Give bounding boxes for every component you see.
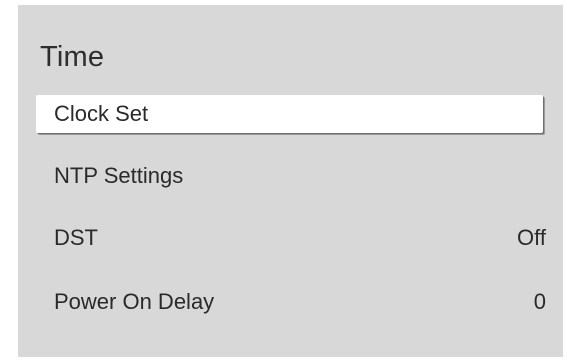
dst-value: Off [517, 225, 546, 250]
menu-item-label: NTP Settings [54, 163, 184, 188]
menu-item-label: Power On Delay [54, 289, 215, 314]
menu-item-label: DST [54, 225, 98, 250]
menu-item-dst[interactable]: DST Off [36, 219, 546, 257]
time-menu-panel: Time Clock Set NTP Settings DST Off Powe… [18, 5, 563, 357]
menu-item-label: Clock Set [54, 101, 149, 126]
menu-item-clock-set[interactable]: Clock Set [36, 95, 543, 133]
menu-item-power-on-delay[interactable]: Power On Delay 0 [36, 283, 546, 321]
menu-item-ntp-settings[interactable]: NTP Settings [36, 157, 543, 195]
menu-title: Time [40, 41, 105, 73]
power-on-delay-value: 0 [533, 289, 546, 314]
